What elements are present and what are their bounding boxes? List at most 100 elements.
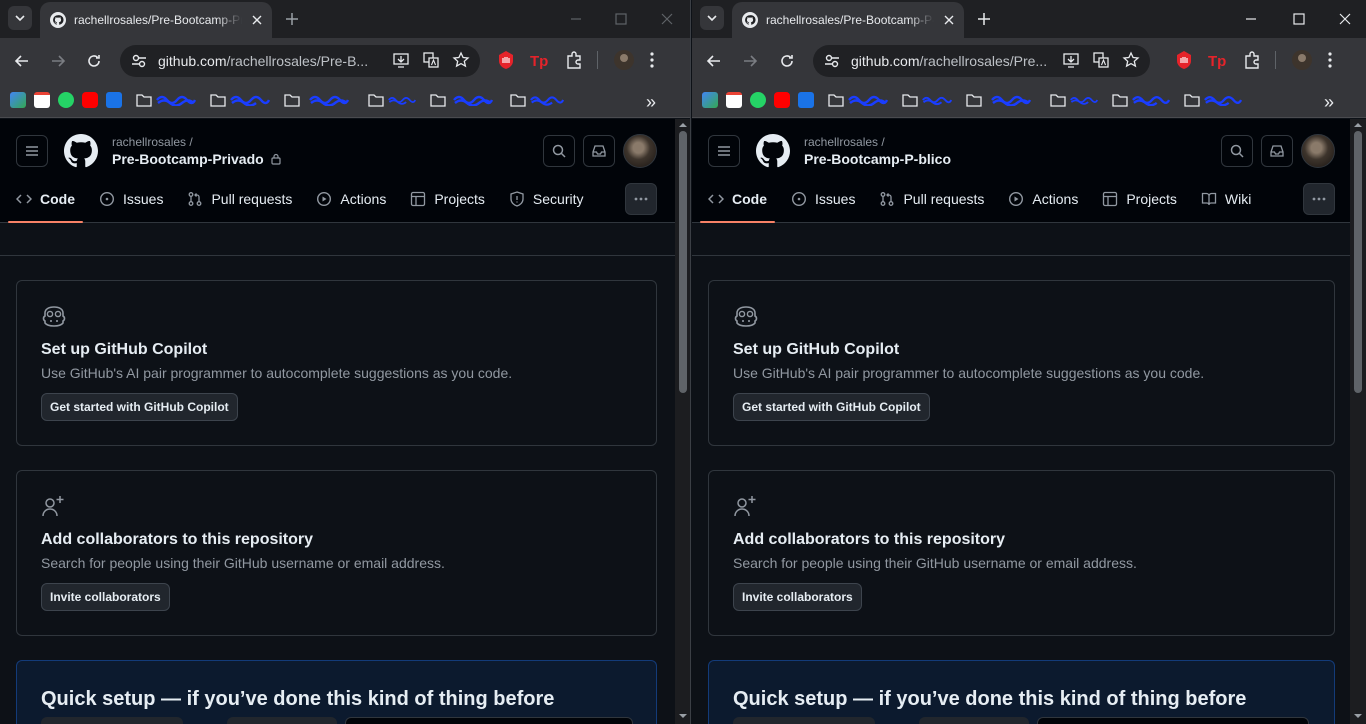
scroll-thumb[interactable] [679, 131, 687, 393]
subheader-divider [692, 223, 1350, 256]
tab-projects[interactable]: Projects [1094, 181, 1185, 217]
maximize-button[interactable] [1286, 6, 1312, 32]
setup-button-partial[interactable] [41, 717, 183, 724]
back-button[interactable] [702, 49, 726, 73]
install-app-icon [1063, 53, 1079, 68]
global-menu-button[interactable] [708, 135, 740, 167]
protocol-toggle-partial[interactable] [919, 717, 1029, 724]
invite-collaborators-button[interactable]: Invite collaborators [733, 583, 862, 611]
scroll-thumb[interactable] [1354, 131, 1362, 393]
clone-url-input-partial[interactable] [345, 717, 633, 724]
bookmark-folder[interactable] [1184, 93, 1242, 107]
browser-tab[interactable]: rachellrosales/Pre-Bootcamp-Privado [40, 2, 272, 38]
google-translate-bookmark-icon[interactable] [702, 92, 718, 108]
tab-search-button[interactable] [700, 6, 724, 30]
tab-code[interactable]: Code [8, 181, 83, 223]
youtube-bookmark-icon[interactable] [82, 92, 98, 108]
get-started-copilot-button[interactable]: Get started with GitHub Copilot [41, 393, 238, 421]
tab-pull-requests[interactable]: Pull requests [871, 181, 992, 217]
youtube-bookmark-icon[interactable] [774, 92, 790, 108]
close-window-button[interactable] [1332, 6, 1358, 32]
whatsapp-bookmark-icon[interactable] [58, 92, 74, 108]
clone-url-input-partial[interactable] [1037, 717, 1309, 724]
whatsapp-bookmark-icon[interactable] [750, 92, 766, 108]
user-avatar[interactable] [623, 134, 657, 168]
bookmark-folder[interactable] [430, 93, 496, 107]
calendar-bookmark-icon[interactable] [798, 92, 814, 108]
bookmarks-overflow-icon[interactable]: » [1324, 92, 1334, 113]
github-logo-icon[interactable] [64, 134, 98, 168]
search-button[interactable] [1221, 135, 1253, 167]
subheader-divider [0, 223, 675, 256]
tab-code[interactable]: Code [700, 181, 775, 223]
bookmark-folder[interactable] [284, 93, 354, 107]
tab-issues[interactable]: Issues [91, 181, 171, 217]
tab-actions[interactable]: Actions [1000, 181, 1086, 217]
user-avatar[interactable] [1301, 134, 1335, 168]
repo-name-link[interactable]: Pre-Bootcamp-P-blico [804, 151, 951, 167]
new-tab-button[interactable] [973, 8, 995, 30]
gmail-bookmark-icon[interactable] [34, 92, 50, 108]
bookmark-folder[interactable] [210, 93, 270, 107]
bookmark-folder[interactable] [828, 93, 888, 107]
back-button[interactable] [10, 49, 34, 73]
repo-owner-link[interactable]: rachellrosales / [112, 135, 193, 149]
repo-name-link[interactable]: Pre-Bootcamp-Privado [112, 151, 282, 167]
tab-issues[interactable]: Issues [783, 181, 863, 217]
tab-security[interactable]: Security [501, 181, 592, 217]
close-window-button[interactable] [654, 6, 680, 32]
bookmark-folder[interactable] [510, 93, 564, 107]
browser-window-right: rachellrosales/Pre-Bootcamp-P-blico gith… [692, 0, 1366, 724]
tab-title: rachellrosales/Pre-Bootcamp-Privado [74, 13, 242, 27]
tab-wiki[interactable]: Wiki [1193, 181, 1259, 217]
address-bar[interactable]: github.com/rachellrosales/Pre... [813, 45, 1150, 77]
more-tabs-button[interactable] [625, 183, 657, 215]
global-menu-button[interactable] [16, 135, 48, 167]
minimize-button[interactable] [1238, 6, 1264, 32]
tab-pull-requests[interactable]: Pull requests [179, 181, 300, 217]
close-tab-icon[interactable] [940, 11, 958, 29]
inbox-button[interactable] [1261, 135, 1293, 167]
inbox-button[interactable] [583, 135, 615, 167]
bookmark-folder[interactable] [966, 93, 1036, 107]
repo-nav: Code Issues Pull requests Actions Projec… [8, 181, 599, 223]
code-icon [708, 194, 724, 204]
maximize-button[interactable] [608, 6, 634, 32]
setup-button-partial[interactable] [733, 717, 875, 724]
bookmark-folder[interactable] [1050, 93, 1098, 107]
invite-collaborators-button[interactable]: Invite collaborators [41, 583, 170, 611]
get-started-copilot-button[interactable]: Get started with GitHub Copilot [733, 393, 930, 421]
tab-search-button[interactable] [8, 6, 32, 30]
google-translate-bookmark-icon[interactable] [10, 92, 26, 108]
browser-tab[interactable]: rachellrosales/Pre-Bootcamp-P-blico [732, 2, 964, 38]
redacted-scribble [1132, 95, 1170, 106]
calendar-bookmark-icon[interactable] [106, 92, 122, 108]
bookmark-folder[interactable] [902, 93, 952, 107]
address-bar[interactable]: github.com/rachellrosales/Pre-B... [120, 45, 480, 77]
reload-button[interactable] [775, 49, 799, 73]
browser-window-left: rachellrosales/Pre-Bootcamp-Privado gith… [0, 0, 691, 724]
bookmark-folder[interactable] [368, 93, 416, 107]
bookmarks-overflow-icon[interactable]: » [646, 92, 656, 113]
search-icon [1230, 144, 1244, 158]
repo-owner-link[interactable]: rachellrosales / [804, 135, 885, 149]
reload-button[interactable] [82, 49, 106, 73]
more-tabs-button[interactable] [1303, 183, 1335, 215]
tab-projects[interactable]: Projects [402, 181, 493, 217]
minimize-button[interactable] [563, 6, 589, 32]
arrow-right-icon [744, 55, 758, 67]
github-logo-icon[interactable] [756, 134, 790, 168]
tab-actions[interactable]: Actions [308, 181, 394, 217]
forward-button[interactable] [46, 49, 70, 73]
bookmark-folder[interactable] [136, 93, 196, 107]
forward-button[interactable] [738, 49, 762, 73]
close-tab-icon[interactable] [248, 11, 266, 29]
new-tab-button[interactable] [281, 8, 303, 30]
protocol-toggle-partial[interactable] [227, 717, 337, 724]
play-icon [317, 191, 332, 207]
page-scrollbar[interactable] [675, 119, 690, 724]
search-button[interactable] [543, 135, 575, 167]
bookmark-folder[interactable] [1112, 93, 1170, 107]
gmail-bookmark-icon[interactable] [726, 92, 742, 108]
page-scrollbar[interactable] [1350, 119, 1366, 724]
